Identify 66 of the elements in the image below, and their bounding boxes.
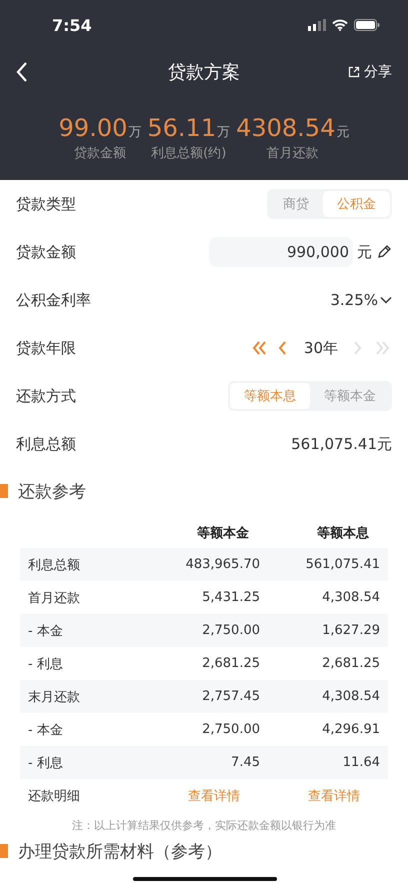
table-cell-text: 2,750.00	[201, 722, 261, 737]
table-cell-text: 2,750.00	[201, 623, 261, 638]
signal-icon	[308, 19, 326, 31]
summary-label: 贷款金额	[74, 145, 126, 162]
share-icon	[348, 66, 360, 78]
unit-label: 元	[357, 242, 372, 262]
table-cell-text: 2,681.25	[321, 656, 381, 671]
term-value: 30年	[304, 338, 338, 358]
total-interest-value: 561,075.41元	[291, 434, 392, 454]
section-title: 还款参考	[18, 480, 86, 502]
table-cell-text: 561,075.41	[304, 557, 381, 572]
rate-dropdown[interactable]: 3.25%	[330, 291, 392, 309]
summary-label: 利息总额(约)	[151, 145, 226, 162]
table-cell-text: 4,308.54	[321, 689, 381, 704]
summary-value: 56.11	[147, 114, 216, 142]
row-label: - 本金	[27, 722, 64, 738]
field-label: 公积金利率	[16, 290, 91, 310]
section-marker	[0, 844, 8, 858]
table-cell-text: 5,431.25	[201, 590, 261, 605]
field-label: 贷款类型	[16, 194, 76, 214]
row-label: - 利息	[27, 656, 64, 672]
segment-option[interactable]: 公积金	[323, 191, 390, 217]
field-label: 贷款年限	[16, 338, 76, 358]
status-time: 7:54	[52, 16, 92, 34]
share-button[interactable]: 分享	[348, 63, 392, 81]
column-header: 等额本息	[316, 524, 370, 542]
field-label: 利息总额	[16, 434, 76, 454]
row-label: 首月还款	[27, 590, 81, 606]
battery-icon	[354, 19, 380, 31]
row-label: 利息总额	[27, 556, 81, 574]
row-label: 还款明细	[27, 788, 81, 804]
table-cell-text: 4,296.91	[321, 722, 381, 737]
table-cell-text: 11.64	[342, 755, 381, 770]
summary-value: 99.00	[58, 114, 128, 142]
view-details-link[interactable]: 查看详情	[188, 786, 240, 804]
field-label: 贷款金额	[16, 242, 76, 262]
table-cell-text: 2,681.25	[201, 656, 261, 671]
segment-option[interactable]: 商贷	[269, 191, 323, 217]
table-cell-text: 483,965.70	[184, 557, 261, 572]
section-title: 办理贷款所需材料（参考）	[18, 840, 222, 862]
chevron-down-icon	[380, 296, 392, 304]
view-details-link[interactable]: 查看详情	[308, 786, 360, 804]
table-cell-text: 4,308.54	[321, 590, 381, 605]
summary-unit: 万	[217, 124, 230, 141]
table-cell-text: 7.45	[230, 755, 261, 770]
wifi-icon	[332, 19, 348, 31]
pencil-icon[interactable]	[376, 244, 392, 260]
summary-label: 首月还款	[266, 145, 319, 162]
table-cell-text: 1,627.29	[321, 623, 381, 638]
column-header: 等额本金	[196, 524, 250, 542]
row-label: 末月还款	[27, 688, 81, 706]
field-label: 还款方式	[16, 386, 76, 406]
summary-unit: 万	[128, 124, 142, 141]
page-title: 贷款方案	[168, 61, 240, 84]
table-cell-text: 2,757.45	[201, 689, 261, 704]
segment-option[interactable]: 等额本息	[230, 383, 310, 409]
row-label: - 本金	[27, 622, 64, 640]
amount-field[interactable]: 990,000	[209, 237, 353, 267]
section-marker	[0, 484, 8, 498]
summary-unit: 元	[336, 124, 350, 141]
summary-value: 4308.54	[236, 114, 336, 142]
back-icon[interactable]	[16, 62, 28, 82]
row-label: - 利息	[27, 754, 64, 772]
segment-option[interactable]: 等额本金	[310, 383, 390, 409]
double-left-chevron-icon[interactable]	[252, 340, 268, 356]
disclaimer-note: 注：以上计算结果仅供参考，实际还款金额以银行为准	[71, 818, 337, 833]
